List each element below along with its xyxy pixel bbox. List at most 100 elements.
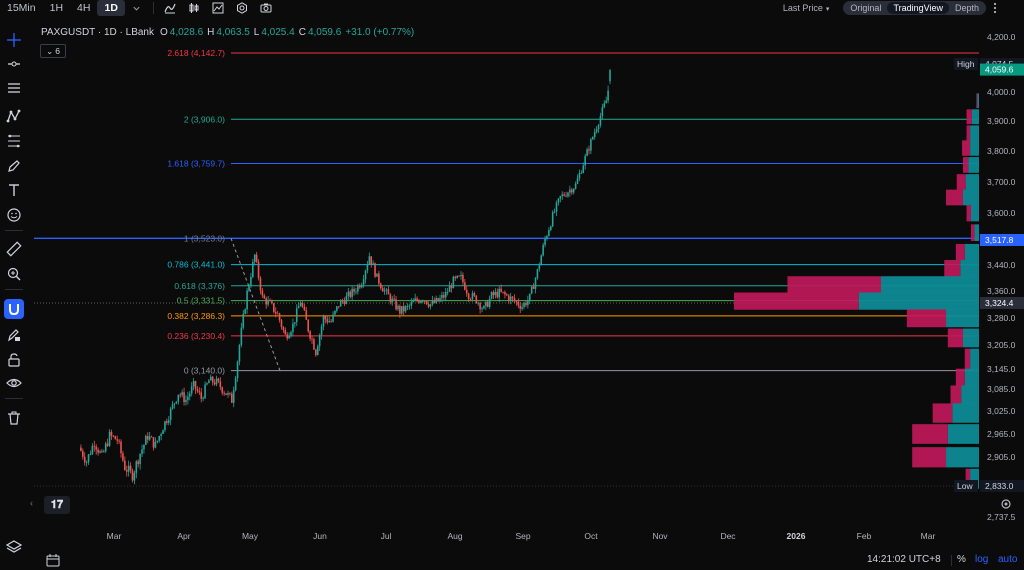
toolbar-divider — [5, 289, 23, 290]
candle-body — [460, 274, 462, 277]
candle-body — [353, 288, 355, 292]
crosshair-icon[interactable] — [4, 30, 24, 50]
brush-icon[interactable] — [4, 156, 24, 176]
candle-body — [200, 392, 203, 399]
candle-body — [530, 286, 533, 294]
candle-body — [540, 255, 543, 266]
candle-body — [456, 275, 458, 278]
candle-body — [555, 202, 558, 212]
candle-body — [446, 291, 449, 293]
candle-body — [188, 393, 191, 397]
view-mode-depth[interactable]: Depth — [949, 2, 985, 14]
candle-body — [196, 389, 199, 392]
timeframe-1d[interactable]: 1D — [97, 0, 125, 16]
candle-body — [114, 436, 117, 440]
price-chart[interactable]: 2.618 (4,142.7) 2 (3,906.0) 1.618 (3,759.7… — [34, 20, 1024, 569]
candle-body — [311, 338, 313, 340]
tradingview-logo-icon[interactable]: 𝟏𝟕 — [44, 496, 70, 514]
zoom-icon[interactable] — [4, 264, 24, 284]
toolbar-divider — [5, 398, 23, 399]
indicators-icon[interactable] — [163, 1, 177, 15]
candle-body — [334, 310, 336, 315]
object-tree-icon[interactable] — [5, 539, 23, 555]
horizontal-lines-icon[interactable] — [4, 78, 24, 98]
view-mode-original[interactable]: Original — [844, 2, 887, 14]
fibonacci-retracement[interactable]: 2.618 (4,142.7) 2 (3,906.0) 1.618 (3,759.7… — [34, 48, 979, 487]
candle-body — [452, 276, 455, 289]
volume-profile-down-bar — [906, 309, 947, 328]
line-price-value: 3,517.8 — [985, 235, 1014, 245]
candle-body — [231, 393, 233, 403]
candle-body — [185, 400, 187, 403]
candle-body — [290, 332, 292, 336]
candle-body — [95, 446, 97, 450]
indicators-toggle[interactable]: ⌄ 6 — [40, 44, 66, 58]
volume-profile-down-bar — [970, 224, 975, 242]
last-price-select[interactable]: Last Price ▾ — [783, 3, 830, 13]
candle-body — [572, 188, 575, 193]
candle-body — [286, 334, 288, 339]
candle-body — [85, 462, 88, 463]
candle-body — [536, 269, 539, 279]
candle-body — [496, 291, 499, 298]
toolbar-divider — [5, 230, 23, 231]
ruler-icon[interactable] — [4, 239, 24, 259]
trash-icon[interactable] — [4, 408, 24, 428]
candle-body — [139, 453, 141, 465]
time-axis-label: Jul — [381, 531, 392, 541]
chevron-down-icon[interactable] — [130, 1, 144, 15]
close-label: C — [298, 27, 306, 38]
log-scale-toggle[interactable]: log — [975, 554, 988, 565]
volume-profile-down-bar — [955, 368, 965, 386]
candle-body — [332, 314, 334, 322]
candle-body — [527, 300, 529, 306]
timeframe-1h[interactable]: 1H — [43, 0, 70, 16]
timeframe-4h[interactable]: 4H — [70, 0, 97, 16]
timeframe-15min[interactable]: 15Min — [0, 0, 43, 16]
auto-scale-toggle[interactable]: auto — [998, 554, 1017, 565]
compare-icon[interactable] — [211, 1, 225, 15]
clock-timezone[interactable]: 14:21:02 UTC+8 — [867, 554, 941, 565]
price-tick-label: 3,085.0 — [987, 384, 1016, 394]
text-icon[interactable] — [4, 180, 24, 200]
candle-body — [408, 305, 411, 307]
time-axis-label: Aug — [447, 531, 462, 541]
candle-body — [397, 305, 399, 310]
trend-line-icon[interactable] — [4, 54, 24, 74]
fib-tool-icon[interactable] — [4, 131, 24, 151]
eye-icon[interactable] — [4, 373, 24, 393]
candle-body — [154, 441, 157, 448]
candles-icon[interactable] — [187, 1, 201, 15]
calendar-icon[interactable] — [46, 553, 60, 567]
symbol-title[interactable]: PAXGUSDT · 1D · LBank — [41, 27, 154, 38]
volume-profile-up-bar — [964, 243, 979, 261]
candle-body — [488, 298, 491, 307]
candle-body — [458, 275, 460, 277]
candle-body — [429, 304, 432, 307]
candle-body — [605, 100, 607, 104]
candle-body — [593, 132, 596, 138]
candle-body — [255, 254, 258, 262]
price-tick-label: 3,700.0 — [987, 177, 1016, 187]
percent-scale-toggle[interactable]: % — [957, 554, 966, 565]
toolbar-divider — [152, 2, 154, 14]
time-axis[interactable]: Mar Apr May Jun Jul Aug Sep Oct Nov Dec 2026 Feb Mar — [107, 531, 936, 541]
view-mode-tradingview[interactable]: TradingView — [887, 2, 949, 14]
candle-body — [93, 445, 96, 447]
pattern-icon[interactable] — [4, 106, 24, 126]
emoji-icon[interactable] — [4, 205, 24, 225]
candle-body — [229, 392, 231, 394]
lock-drawing-icon[interactable] — [4, 325, 24, 345]
magnet-icon[interactable] — [4, 299, 24, 319]
candle-body — [257, 261, 260, 278]
more-options-icon[interactable] — [988, 1, 1002, 15]
candle-body — [473, 293, 476, 296]
candle-body — [395, 299, 397, 310]
candle-body — [502, 291, 504, 293]
unlock-icon[interactable] — [4, 350, 24, 370]
settings-icon[interactable] — [235, 1, 249, 15]
camera-icon[interactable] — [259, 1, 273, 15]
candle-body — [420, 301, 422, 303]
scroll-left-icon[interactable]: ‹ — [30, 498, 38, 512]
fib-level-label: 0.786 (3,441.0) — [167, 260, 225, 270]
